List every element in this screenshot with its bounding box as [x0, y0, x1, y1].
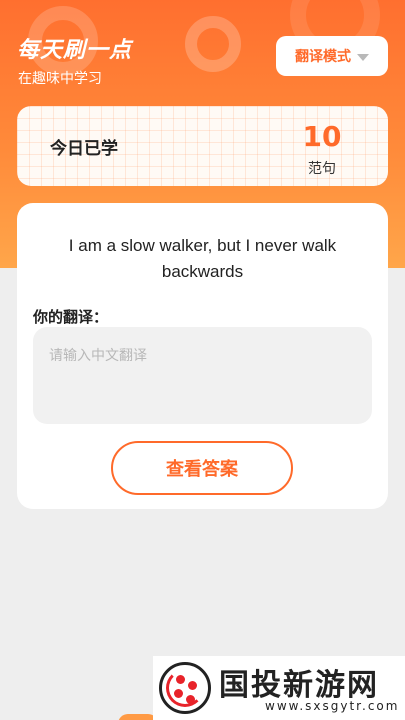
app-subtitle: 在趣味中学习	[18, 71, 102, 87]
watermark-title: 国投新游网	[219, 668, 379, 703]
stats-unit: 范句	[308, 161, 336, 177]
watermark: 国投新游网 www.sxsgytr.com	[153, 656, 405, 720]
exercise-card: I am a slow walker, but I never walk bac…	[17, 203, 388, 509]
check-answer-button[interactable]: 查看答案	[111, 441, 293, 495]
bottom-tab-peek	[118, 714, 158, 720]
mode-button-label: 翻译模式	[295, 49, 351, 65]
translation-label: 你的翻译：	[33, 308, 109, 326]
watermark-logo-icon	[159, 662, 211, 714]
decorative-ring-icon	[185, 16, 241, 72]
daily-stats-card: 今日已学 10 范句	[17, 106, 388, 186]
chevron-down-icon	[357, 53, 369, 61]
stats-count: 10	[302, 120, 342, 153]
translation-mode-dropdown[interactable]: 翻译模式	[276, 36, 388, 76]
english-sentence: I am a slow walker, but I never walk bac…	[68, 236, 337, 281]
app-title: 每天刷一点	[17, 38, 133, 63]
stats-label: 今日已学	[50, 139, 118, 159]
watermark-url: www.sxsgytr.com	[265, 699, 400, 713]
translation-input[interactable]	[33, 327, 372, 424]
